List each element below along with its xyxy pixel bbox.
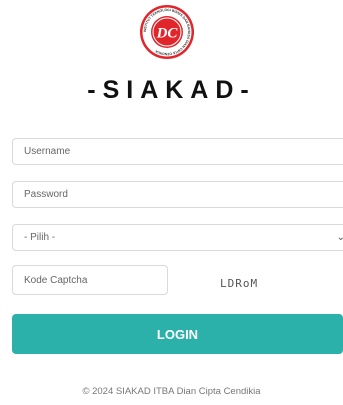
password-field[interactable]	[12, 181, 343, 208]
footer-copyright: © 2024 SIAKAD ITBA Dian Cipta Cendikia	[82, 386, 261, 397]
role-select[interactable]: - Pilih - ⌄	[12, 224, 343, 251]
chevron-down-icon: ⌄	[336, 232, 343, 243]
captcha-input[interactable]	[24, 274, 167, 286]
institution-logo: INSTITUT TEKNOLOGI BISNIS DAN BAHASA DIA…	[139, 4, 195, 60]
app-title: -SIAKAD-	[87, 76, 256, 104]
captcha-field[interactable]	[12, 265, 168, 295]
role-select-value: - Pilih -	[24, 232, 56, 243]
username-field[interactable]	[12, 138, 343, 165]
logo-initials: DC	[156, 26, 179, 42]
password-input[interactable]	[24, 189, 343, 200]
username-input[interactable]	[24, 146, 343, 157]
captcha-image-text: LDRoM	[220, 277, 259, 290]
login-button[interactable]: LOGIN	[12, 314, 343, 354]
